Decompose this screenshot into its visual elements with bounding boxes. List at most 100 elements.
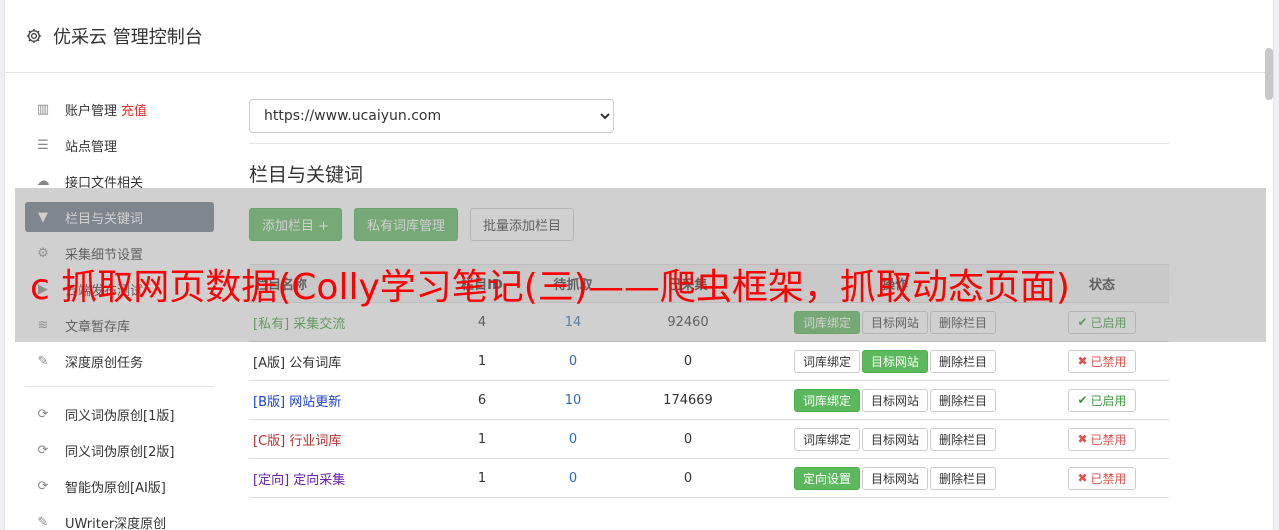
overlay-title: c 抓取网页数据(Colly学习笔记(三)——爬虫框架，抓取动态页面) <box>30 267 1070 308</box>
column-id-cell: 6 <box>439 380 525 420</box>
sidebar-item-label: 站点管理 <box>65 139 118 155</box>
check-icon: ✔ <box>1077 315 1088 329</box>
column-name-cell: [B版] 网站更新 <box>249 380 439 420</box>
private-lib-button[interactable]: 私有词库管理 <box>354 208 459 241</box>
sidebar-item[interactable]: ⟳ 同义词伪原创[1版] <box>25 399 214 429</box>
sidebar-item-label: 接口文件相关 <box>65 175 144 191</box>
target-site-button[interactable]: 目标网站 <box>861 349 928 373</box>
actions-cell: 词库绑定 目标网站 删除栏目 <box>755 341 1035 381</box>
section-title: 栏目与关键词 <box>249 164 364 186</box>
cross-icon: ✖ <box>1077 354 1088 368</box>
page-title: 优采云 管理控制台 <box>53 27 203 48</box>
column-name-link[interactable]: 采集交流 <box>293 317 345 332</box>
sidebar-divider <box>25 386 214 387</box>
bind-lib-button[interactable]: 词库绑定 <box>793 349 860 373</box>
table-row: [定向] 定向采集 1 0 0 定向设置 目标网站 删除栏目 ✖ 已禁用 <box>249 458 1169 498</box>
pending-cell: 0 <box>525 341 621 381</box>
column-tag: [B版] <box>253 394 286 410</box>
cross-icon: ✖ <box>1077 471 1088 485</box>
column-name-link[interactable]: 网站更新 <box>289 395 341 410</box>
target-site-button[interactable]: 目标网站 <box>861 427 928 451</box>
sidebar-item[interactable]: ⚙ 采集细节设置 <box>25 238 214 268</box>
sidebar-item[interactable]: ⟳ 智能伪原创[AI版] <box>25 471 214 501</box>
sidebar-item-label: 同义词伪原创[1版] <box>65 408 175 424</box>
actions-cell: 定向设置 目标网站 删除栏目 <box>755 458 1035 498</box>
scrollbar[interactable] <box>1265 48 1273 100</box>
sidebar-item[interactable]: ▼ 栏目与关键词 <box>25 202 214 232</box>
bind-lib-button[interactable]: 词库绑定 <box>793 427 860 451</box>
bind-lib-button[interactable]: 定向设置 <box>793 466 860 490</box>
add-column-button[interactable]: 添加栏目 + <box>249 208 343 241</box>
column-name-link[interactable]: 行业词库 <box>289 434 341 449</box>
cogs-icon: ⚙ <box>37 245 49 261</box>
refresh-icon: ⟳ <box>37 406 49 422</box>
sidebar-item-label: UWriter深度原创 <box>65 516 167 530</box>
sidebar-item-label: 采集细节设置 <box>65 247 144 263</box>
sidebar-item[interactable]: ☁ 接口文件相关 <box>25 166 214 196</box>
bind-lib-button[interactable]: 词库绑定 <box>793 388 860 412</box>
column-name-link[interactable]: 公有词库 <box>289 356 341 371</box>
status-toggle[interactable]: ✖ 已禁用 <box>1068 466 1136 490</box>
pending-cell: 10 <box>525 380 621 420</box>
target-site-button[interactable]: 目标网站 <box>861 388 928 412</box>
status-label: 已禁用 <box>1090 354 1127 369</box>
pending-cell: 0 <box>525 419 621 459</box>
status-toggle[interactable]: ✔ 已启用 <box>1068 310 1136 334</box>
app-frame: 优采云 管理控制台 ▥ 账户管理 充值 ☰ 站点管理 ☁ 接口文件相关 ▼ 栏目与关键词 ⚙ 采集细… <box>4 0 1274 530</box>
column-name-cell: [A版] 公有词库 <box>249 341 439 381</box>
edit-icon: ✎ <box>37 514 49 530</box>
recharge-link[interactable]: 充值 <box>121 100 147 119</box>
delete-column-button[interactable]: 删除栏目 <box>930 388 997 412</box>
sidebar-item-label: 账户管理 <box>65 103 118 119</box>
sidebar-item[interactable]: ⟳ 同义词伪原创[2版] <box>25 435 214 465</box>
column-name-cell: [C版] 行业词库 <box>249 419 439 459</box>
action-buttons: 添加栏目 + 私有词库管理 批量添加栏目 <box>249 208 1169 241</box>
status-toggle[interactable]: ✖ 已禁用 <box>1068 349 1136 373</box>
edit-icon: ✎ <box>37 353 49 369</box>
sidebar: ▥ 账户管理 充值 ☰ 站点管理 ☁ 接口文件相关 ▼ 栏目与关键词 ⚙ 采集细节设置 ▶ 云端发布测试… <box>25 94 214 530</box>
collected-cell: 174669 <box>621 380 755 420</box>
sidebar-item-label: 栏目与关键词 <box>65 211 144 227</box>
server-icon: ☰ <box>37 137 49 153</box>
status-toggle[interactable]: ✖ 已禁用 <box>1068 427 1136 451</box>
sidebar-item[interactable]: ≋ 文章暂存库 <box>25 310 214 340</box>
delete-column-button[interactable]: 删除栏目 <box>930 349 997 373</box>
filter-icon: ▼ <box>38 209 48 225</box>
gear-icon <box>26 28 42 44</box>
sidebar-item[interactable]: ☰ 站点管理 <box>25 130 214 160</box>
site-select[interactable]: https://www.ucaiyun.com <box>249 99 614 133</box>
column-tag: [A版] <box>253 355 286 371</box>
cloud-upload-icon: ☁ <box>36 173 50 189</box>
column-tag: [定向] <box>253 472 290 488</box>
delete-column-button[interactable]: 删除栏目 <box>930 466 997 490</box>
delete-column-button[interactable]: 删除栏目 <box>930 310 997 334</box>
status-toggle[interactable]: ✔ 已启用 <box>1068 388 1136 412</box>
target-site-button[interactable]: 目标网站 <box>861 466 928 490</box>
bind-lib-button[interactable]: 词库绑定 <box>793 310 860 334</box>
status-label: 已禁用 <box>1090 471 1127 486</box>
column-name-cell: [定向] 定向采集 <box>249 458 439 498</box>
status-cell: ✔ 已启用 <box>1035 380 1169 420</box>
table-row: [B版] 网站更新 6 10 174669 词库绑定 目标网站 删除栏目 ✔ 已启用 <box>249 380 1169 420</box>
refresh-icon: ⟳ <box>37 442 49 458</box>
column-id-cell: 1 <box>439 419 525 459</box>
column-tag: [C版] <box>253 433 286 449</box>
sidebar-item[interactable]: ▥ 账户管理 充值 <box>25 94 214 124</box>
batch-add-button[interactable]: 批量添加栏目 <box>470 208 575 241</box>
app-header: 优采云 管理控制台 <box>5 0 1273 73</box>
table-row: [A版] 公有词库 1 0 0 词库绑定 目标网站 删除栏目 ✖ 已禁用 <box>249 341 1169 381</box>
sidebar-item[interactable]: ✎ UWriter深度原创 <box>25 507 214 530</box>
bar-chart-icon: ▥ <box>36 101 50 117</box>
column-name-link[interactable]: 定向采集 <box>293 473 345 488</box>
target-site-button[interactable]: 目标网站 <box>861 310 928 334</box>
column-id-cell: 1 <box>439 458 525 498</box>
status-label: 已禁用 <box>1090 432 1127 447</box>
divider <box>249 143 1169 144</box>
actions-cell: 词库绑定 目标网站 删除栏目 <box>755 380 1035 420</box>
delete-column-button[interactable]: 删除栏目 <box>930 427 997 451</box>
column-id-cell: 1 <box>439 341 525 381</box>
sidebar-item-label: 同义词伪原创[2版] <box>65 444 175 460</box>
refresh-icon: ⟳ <box>37 478 49 494</box>
pending-cell: 0 <box>525 458 621 498</box>
sidebar-item[interactable]: ✎ 深度原创任务 <box>25 346 214 376</box>
